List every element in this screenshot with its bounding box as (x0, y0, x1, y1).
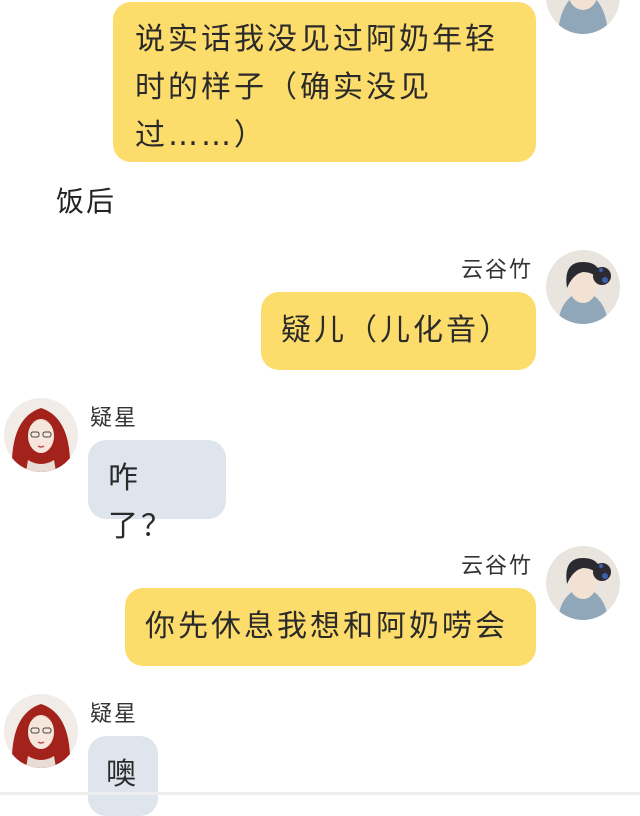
message-bubble-outgoing[interactable]: 疑儿（儿化音） (261, 292, 536, 370)
my-avatar[interactable] (546, 0, 620, 34)
dark-haired-girl-avatar-icon (546, 546, 620, 620)
my-avatar[interactable] (546, 250, 620, 324)
message-text: 咋了？ (108, 461, 174, 544)
red-haired-girl-avatar-icon (4, 694, 78, 768)
sender-name: 疑星 (90, 406, 139, 431)
their-avatar[interactable] (4, 694, 78, 768)
my-avatar[interactable] (546, 546, 620, 620)
message-text: 疑儿（儿化音） (281, 313, 512, 348)
dark-haired-girl-avatar-icon (546, 250, 620, 324)
message-text: 噢 (106, 757, 139, 792)
dark-haired-girl-avatar-icon (546, 0, 620, 34)
red-haired-girl-avatar-icon (4, 398, 78, 472)
sender-name: 云谷竹 (460, 554, 533, 579)
message-text: 说实话我没见过阿奶年轻时的样子（确实没见过……） (135, 22, 498, 153)
message-bubble-outgoing[interactable]: 说实话我没见过阿奶年轻时的样子（确实没见过……） (113, 2, 536, 162)
message-text: 你先休息我想和阿奶唠会 (145, 609, 508, 644)
their-avatar[interactable] (4, 398, 78, 472)
sender-name: 疑星 (90, 702, 139, 727)
narration-text: 饭后 (56, 185, 117, 218)
message-bubble-incoming[interactable]: 咋了？ (88, 440, 226, 544)
sender-name: 云谷竹 (460, 258, 533, 283)
message-bubble-incoming[interactable]: 噢 (88, 736, 158, 816)
message-bubble-outgoing[interactable]: 你先休息我想和阿奶唠会 (125, 588, 536, 666)
